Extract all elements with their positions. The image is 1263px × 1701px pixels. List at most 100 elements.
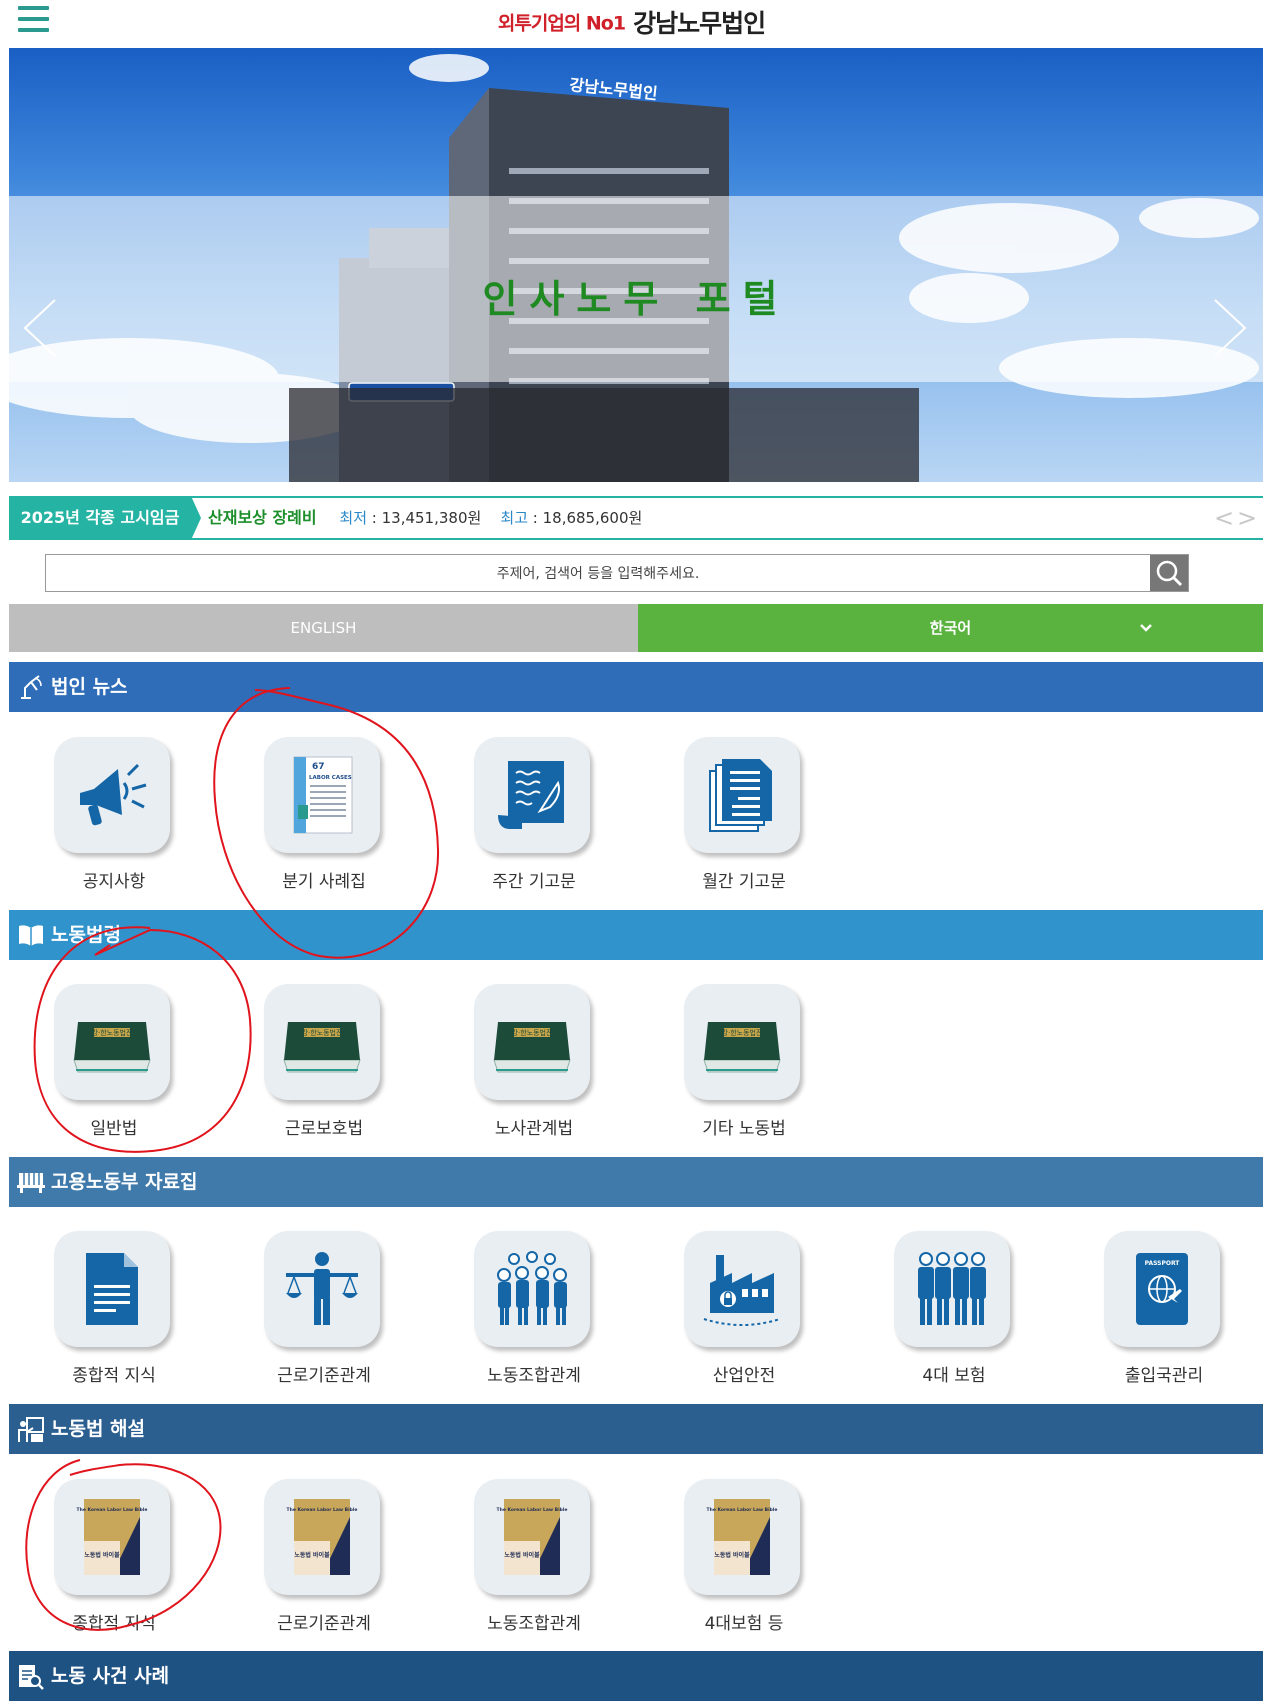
tile-commentary-labor-standards[interactable]: The Korean Labor Law Bible 노동법 바이블 근로기준관…: [219, 1479, 409, 1639]
section-title: 노동 사건 사례: [51, 1665, 170, 1687]
scroll-quill-icon: [498, 761, 564, 829]
tile-monthly-articles[interactable]: 월간 기고문: [639, 737, 829, 897]
ticker-prev-icon[interactable]: <: [1214, 506, 1234, 530]
labor-book-subtitle: 노동법 바이블: [714, 1551, 750, 1559]
passport-icon: PASSPORT: [1136, 1253, 1188, 1325]
labor-book-icon: The Korean Labor Law Bible 노동법 바이블: [77, 1499, 148, 1575]
section-firm-news: 법인 뉴스: [9, 662, 1263, 712]
tile-other-labor-law[interactable]: 강·한노동법전 기타 노동법: [639, 984, 829, 1144]
tile-icon-box: The Korean Labor Law Bible 노동법 바이블: [474, 1479, 590, 1595]
section-title: 노동법 해설: [51, 1418, 146, 1440]
tile-icon-box: 67 LABOR CASES: [264, 737, 380, 853]
tile-commentary-union-relations[interactable]: The Korean Labor Law Bible 노동법 바이블 노동조합관…: [429, 1479, 619, 1639]
section-title: 고용노동부 자료집: [51, 1171, 198, 1193]
wage-ticker: 2025년 각종 고시임금 산재보상 장례비 최저 : 13,451,380원 …: [9, 496, 1263, 540]
section-title: 법인 뉴스: [51, 676, 128, 698]
tile-ministry-industrial-safety[interactable]: 산업안전: [639, 1231, 829, 1391]
tile-label: 근로보호법: [284, 1119, 364, 1139]
group-people-icon: [497, 1251, 567, 1325]
lecture-board-icon: [18, 1417, 44, 1442]
tile-label: 분기 사례집: [282, 872, 366, 892]
tile-label: 4대 보험: [922, 1366, 986, 1386]
ticker-next-icon[interactable]: >: [1237, 506, 1257, 530]
tile-icon-box: [54, 737, 170, 853]
tile-quarterly-cases[interactable]: 67 LABOR CASES 분기 사례집: [219, 737, 409, 897]
search-input[interactable]: [46, 555, 1150, 593]
search-icon: [1156, 560, 1183, 587]
ticker-max-value: : 18,685,600원: [532, 509, 643, 527]
tile-label: 노사관계법: [494, 1119, 574, 1139]
section-labor-laws: 노동법령: [9, 910, 1263, 960]
document-icon: [86, 1253, 138, 1325]
tile-label: 4대보험 등: [704, 1614, 784, 1634]
booklet-icon: 67 LABOR CASES: [293, 756, 353, 834]
tile-icon-box: 강·한노동법전: [684, 984, 800, 1100]
tile-icon-box: [264, 1231, 380, 1347]
labor-book-title: The Korean Labor Law Bible: [77, 1507, 148, 1513]
tile-ministry-immigration[interactable]: PASSPORT 출입국관리: [1059, 1231, 1249, 1391]
tile-icon-box: [474, 1231, 590, 1347]
tile-label: 기타 노동법: [702, 1119, 786, 1139]
megaphone-icon: [80, 763, 147, 826]
section-labor-law-commentary: 노동법 해설: [9, 1404, 1263, 1454]
tile-label: 공지사항: [82, 872, 146, 892]
law-book-title: 강·한노동법전: [92, 1028, 133, 1037]
tile-label: 출입국관리: [1124, 1366, 1204, 1386]
tile-label: 일반법: [90, 1119, 138, 1139]
factory-icon: [703, 1255, 781, 1326]
site-logo[interactable]: 외투기업의 No1 강남노무법인: [0, 4, 1263, 40]
tile-icon-box: 강·한노동법전: [264, 984, 380, 1100]
labor-book-title: The Korean Labor Law Bible: [287, 1507, 358, 1513]
logo-name: 강남노무법인: [633, 9, 766, 38]
ticker-max-key: 최고: [500, 509, 528, 527]
lang-korean-button[interactable]: 한국어: [638, 604, 1263, 652]
building-photo: 강남노무법인: [9, 54, 1263, 482]
tile-general-law[interactable]: 강·한노동법전 일반법: [9, 984, 199, 1144]
ticker-item: 산재보상 장례비: [208, 508, 317, 527]
tile-work-protection-law[interactable]: 강·한노동법전 근로보호법: [219, 984, 409, 1144]
tile-label: 근로기준관계: [277, 1614, 371, 1634]
ticker-min-key: 최저: [339, 509, 368, 527]
booklet-title: LABOR CASES: [309, 775, 352, 781]
tile-label: 주간 기고문: [492, 872, 576, 892]
tile-icon-box: 강·한노동법전: [54, 984, 170, 1100]
tile-ministry-labor-standards[interactable]: 근로기준관계: [219, 1231, 409, 1391]
hero-banner: 강남노무법인 인사노무 포털: [9, 48, 1263, 482]
tile-commentary-four-insurances[interactable]: The Korean Labor Law Bible 노동법 바이블 4대보험 …: [639, 1479, 829, 1639]
search-bar: [45, 554, 1189, 593]
law-book-icon: 강·한노동법전: [493, 1022, 571, 1073]
tile-label: 근로기준관계: [277, 1366, 371, 1386]
tile-notice[interactable]: 공지사항: [9, 737, 199, 897]
banner-title: 인사노무 포털: [482, 277, 790, 321]
tile-label: 종합적 지식: [72, 1614, 156, 1634]
labor-book-subtitle: 노동법 바이블: [504, 1551, 540, 1559]
law-book-icon: 강·한노동법전: [73, 1022, 151, 1073]
tile-ministry-union-relations[interactable]: 노동조합관계: [429, 1231, 619, 1391]
labor-book-icon: The Korean Labor Law Bible 노동법 바이블: [707, 1499, 777, 1575]
document-search-icon: [19, 1665, 44, 1690]
search-button[interactable]: [1150, 555, 1188, 591]
labor-book-title: The Korean Labor Law Bible: [497, 1507, 568, 1513]
section-title: 노동법령: [51, 924, 121, 946]
tile-labor-relations-law[interactable]: 강·한노동법전 노사관계법: [429, 984, 619, 1144]
tile-icon-box: [54, 1231, 170, 1347]
tile-ministry-four-insurances[interactable]: 4대 보험: [849, 1231, 1039, 1391]
logo-tagline: 외투기업의 No1: [497, 12, 626, 35]
satellite-icon: [21, 675, 42, 699]
four-people-icon: [918, 1252, 986, 1325]
tile-icon-box: [684, 1231, 800, 1347]
tile-ministry-general[interactable]: 종합적 지식: [9, 1231, 199, 1391]
tile-weekly-articles[interactable]: 주간 기고문: [429, 737, 619, 897]
section-ministry-materials: 고용노동부 자료집: [9, 1157, 1263, 1207]
law-book-title: 강·한노동법전: [302, 1028, 343, 1037]
banner-prev-arrow-icon[interactable]: [21, 298, 61, 358]
ticker-content[interactable]: 산재보상 장례비 최저 : 13,451,380원 최고 : 18,685,60…: [208, 498, 642, 538]
tile-commentary-general[interactable]: The Korean Labor Law Bible 노동법 바이블 종합적 지…: [9, 1479, 199, 1639]
tile-icon-box: 강·한노동법전: [474, 984, 590, 1100]
tile-label: 월간 기고문: [702, 872, 786, 892]
tile-icon-box: PASSPORT: [1104, 1231, 1220, 1347]
banner-next-arrow-icon[interactable]: [1209, 298, 1249, 358]
lang-korean-label: 한국어: [929, 619, 972, 637]
lang-english-button[interactable]: ENGLISH: [9, 604, 638, 652]
law-book-icon: 강·한노동법전: [283, 1022, 361, 1073]
